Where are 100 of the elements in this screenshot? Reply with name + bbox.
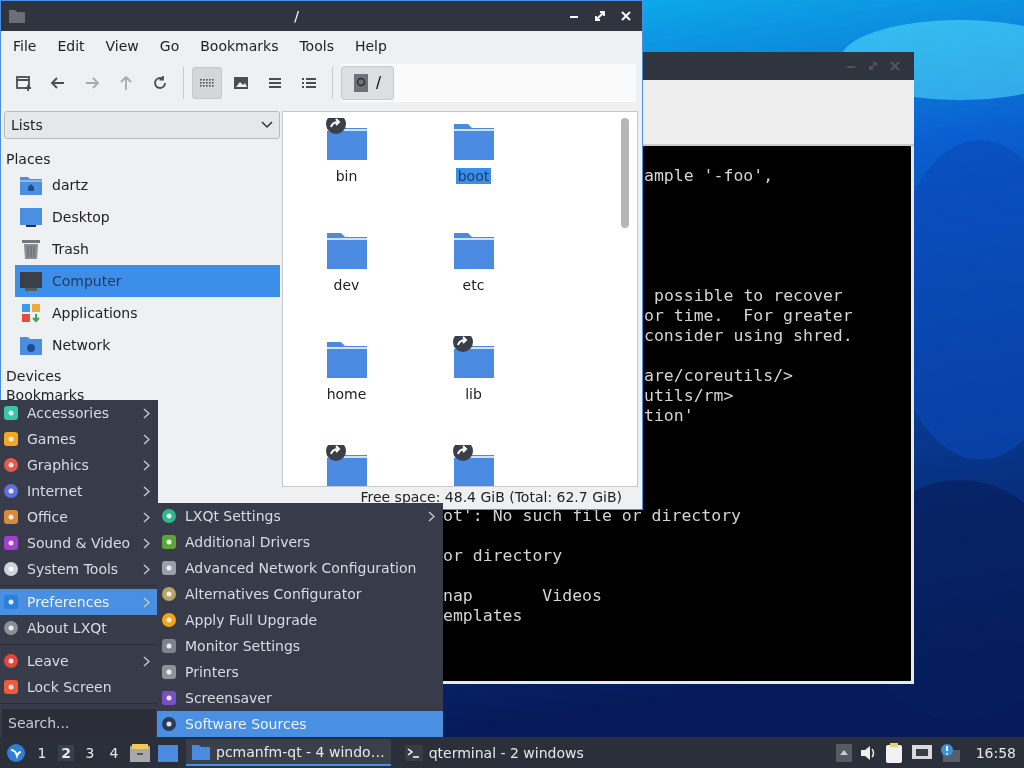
- trash-icon: [20, 239, 42, 259]
- reload-icon: [151, 74, 169, 92]
- chevron-right-icon: [143, 596, 150, 608]
- section-header[interactable]: Places: [4, 139, 280, 169]
- file-drawer-icon[interactable]: [130, 743, 150, 762]
- side-pane-dropdown[interactable]: Lists: [4, 111, 280, 139]
- folder-icon: [451, 336, 496, 380]
- file-name: lib: [464, 386, 483, 402]
- menu-item[interactable]: Internet: [0, 478, 158, 504]
- scrollbar-thumb[interactable]: [621, 118, 629, 228]
- chevron-right-icon: [428, 510, 435, 522]
- desktop-switch-button[interactable]: 3: [82, 744, 98, 761]
- app-icon: [3, 594, 19, 610]
- status-text: Free space: 48.4 GiB (Total: 62.7 GiB): [360, 490, 622, 505]
- path-button[interactable]: /: [341, 66, 395, 100]
- file-name: bin: [334, 168, 359, 184]
- drive-icon: [354, 74, 368, 92]
- image-icon: [232, 74, 250, 92]
- folder-icon[interactable]: [158, 743, 178, 762]
- place-item[interactable]: Applications: [15, 297, 280, 329]
- desktop-switch-button[interactable]: 4: [106, 744, 122, 761]
- menu-item[interactable]: Leave: [0, 648, 158, 674]
- menu-item[interactable]: Advanced Network Configuration: [157, 555, 443, 581]
- chevron-right-icon: [143, 485, 150, 497]
- folder-icon: [324, 118, 369, 162]
- menu-item[interactable]: Apply Full Upgrade: [157, 607, 443, 633]
- home-folder-icon: [20, 175, 42, 195]
- desktop-switch-button[interactable]: 2: [58, 744, 74, 761]
- task-button[interactable]: qterminal - 2 windows: [398, 739, 590, 766]
- network-icon[interactable]: [911, 744, 932, 761]
- folder-item[interactable]: etc: [410, 227, 537, 327]
- menu-item[interactable]: Accessories: [0, 400, 158, 426]
- chevron-down-icon: [261, 121, 273, 129]
- folder-item[interactable]: dev: [283, 227, 410, 327]
- terminal-line: ample '-foo',: [644, 166, 774, 186]
- menu-item[interactable]: File: [5, 38, 45, 54]
- folder-icon: [192, 743, 210, 760]
- clipboard-icon[interactable]: [885, 742, 904, 763]
- place-item[interactable]: dartz: [15, 169, 280, 201]
- terminal-line: possible to recover: [654, 286, 843, 306]
- menu-item[interactable]: Office: [0, 504, 158, 530]
- folder-icon: [9, 9, 25, 23]
- new-window-icon: [15, 74, 33, 92]
- network-folder-icon: [20, 335, 42, 355]
- app-icon: [161, 586, 177, 602]
- file-name: boot: [455, 168, 492, 184]
- menu-item[interactable]: Help: [346, 38, 395, 54]
- menu-item[interactable]: Alternatives Configurator: [157, 581, 443, 607]
- menu-item[interactable]: Lock Screen: [0, 674, 158, 700]
- menu-item[interactable]: Games: [0, 426, 158, 452]
- menu-item[interactable]: Tools: [291, 38, 342, 54]
- menu-item[interactable]: Additional Drivers: [157, 529, 443, 555]
- file-name: dev: [332, 277, 361, 293]
- chevron-right-icon: [143, 433, 150, 445]
- folder-item[interactable]: home: [283, 336, 410, 436]
- chevron-right-icon: [143, 407, 150, 419]
- start-menu-icon[interactable]: [6, 742, 26, 763]
- terminal-line: tion': [644, 406, 694, 426]
- menu-item[interactable]: Monitor Settings: [157, 633, 443, 659]
- applications-icon: [20, 303, 42, 323]
- terminal-line: consider using shred.: [644, 326, 853, 346]
- terminal-icon: [404, 744, 423, 761]
- app-icon: [161, 716, 177, 732]
- chevron-right-icon: [143, 459, 150, 471]
- menu-item[interactable]: System Tools: [0, 556, 158, 582]
- place-item[interactable]: Network: [15, 329, 280, 361]
- terminal-line: emplates: [443, 606, 523, 626]
- file-name: etc: [461, 277, 486, 293]
- folder-item[interactable]: lib: [410, 336, 537, 436]
- chevron-right-icon: [143, 537, 150, 549]
- menu-item[interactable]: LXQt Settings: [157, 503, 443, 529]
- menu-item[interactable]: Go: [151, 38, 188, 54]
- clock[interactable]: 16:58: [975, 744, 1016, 761]
- search-field[interactable]: Search...: [2, 709, 156, 737]
- menu-item[interactable]: Printers: [157, 659, 443, 685]
- task-button[interactable]: pcmanfm-qt - 4 windo…: [186, 739, 391, 766]
- window-title: /: [293, 8, 300, 24]
- chevron-right-icon: [143, 563, 150, 575]
- folder-item[interactable]: bin: [283, 118, 410, 218]
- chevron-right-icon: [143, 655, 150, 667]
- terminal-line: nap Videos: [443, 586, 602, 606]
- terminal-line: are/coreutils/>: [644, 366, 793, 386]
- app-icon: [3, 405, 19, 421]
- app-icon: [3, 457, 19, 473]
- desktop-switch-button[interactable]: 1: [34, 744, 50, 761]
- terminal-line: or time. For greater: [644, 306, 853, 326]
- menu-item[interactable]: Sound & Video: [0, 530, 158, 556]
- menu-item[interactable]: Bookmarks: [192, 38, 287, 54]
- menu-item[interactable]: Graphics: [0, 452, 158, 478]
- menu-item[interactable]: About LXQt: [0, 615, 158, 641]
- terminal-line: utils/rm>: [644, 386, 734, 406]
- menu-item[interactable]: View: [97, 38, 147, 54]
- menu-item[interactable]: Screensaver: [157, 685, 443, 711]
- section-header[interactable]: Devices: [4, 361, 280, 386]
- terminal-line: or directory: [443, 546, 563, 566]
- place-item[interactable]: Trash: [15, 233, 280, 265]
- chevron-right-icon: [143, 511, 150, 523]
- menu-item[interactable]: Edit: [49, 38, 93, 54]
- notification-icon[interactable]: [939, 743, 960, 762]
- place-item[interactable]: Desktop: [15, 201, 280, 233]
